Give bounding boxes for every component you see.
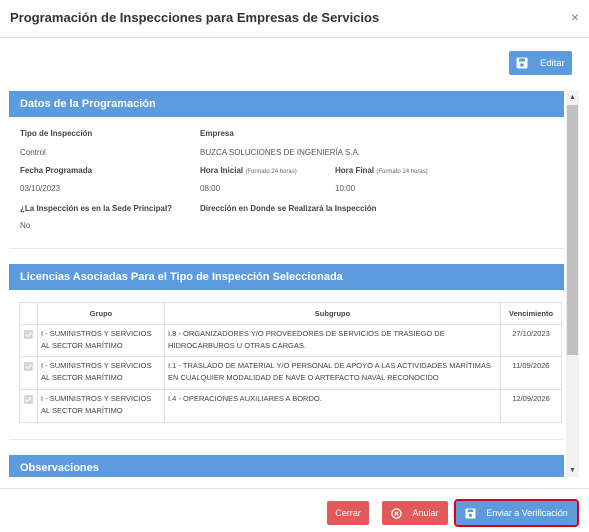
empresa-label: Empresa [200,129,234,138]
row-checkbox-cell [19,356,38,390]
vencimiento-cell: 12/09/2026 [500,389,562,423]
edit-button-label: Editar [540,57,565,69]
tipo-inspeccion-value: Control [20,148,46,157]
modal-body[interactable]: Datos de la Programación Tipo de Inspecc… [9,91,579,477]
column-header-subgrupo: Subgrupo [164,302,501,325]
table-row: I - SUMINISTROS Y SERVICIOS AL SECTOR MA… [19,324,562,357]
subgrupo-cell: I.1 - TRASLADO DE MATERIAL Y/O PERSONAL … [164,356,501,390]
table-row: I - SUMINISTROS Y SERVICIOS AL SECTOR MA… [19,389,562,423]
tipo-inspeccion-label: Tipo de Inspección [20,129,93,138]
circle-x-icon [391,507,403,519]
column-header-grupo: Grupo [37,302,165,325]
empresa-value: BUZCA SOLUCIONES DE INGENIERÍA S.A. [200,148,361,157]
anular-button[interactable]: Anular [382,501,448,525]
fecha-programada-label: Fecha Programada [20,166,93,175]
row-checkbox[interactable] [24,330,33,339]
subgrupo-cell: I.4 - OPERACIONES AUXILIARES A BORDO. [164,389,501,423]
subgrupo-cell: I.8 - ORGANIZADORES Y/O PROVEEDORES DE S… [164,324,501,357]
hora-inicial-label: Hora Inicial (Formato 24 horas) [200,166,297,175]
licencias-header: Licencias Asociadas Para el Tipo de Insp… [9,264,564,290]
vencimiento-cell: 27/10/2023 [500,324,562,357]
hora-final-hint: (Formato 24 horas) [376,169,428,175]
row-checkbox[interactable] [24,362,33,371]
scrollbar-thumb[interactable] [567,105,578,355]
modal-title: Programación de Inspecciones para Empres… [10,10,380,25]
licencias-table: Grupo Subgrupo Vencimiento I - SUMINISTR… [19,302,562,423]
vencimiento-cell: 11/09/2026 [500,356,562,390]
save-icon [465,507,476,519]
column-header-check [19,302,38,325]
save-icon [516,57,528,69]
grupo-cell: I - SUMINISTROS Y SERVICIOS AL SECTOR MA… [37,389,165,423]
grupo-cell: I - SUMINISTROS Y SERVICIOS AL SECTOR MA… [37,356,165,390]
divider [9,248,564,249]
programacion-header: Datos de la Programación [9,91,564,117]
enviar-verificacion-button[interactable]: Enviar a Verificación [454,499,579,527]
row-checkbox-cell [19,324,38,357]
scroll-up-icon[interactable]: ▲ [569,94,576,101]
table-header-row: Grupo Subgrupo Vencimiento [19,302,562,325]
grupo-cell: I - SUMINISTROS Y SERVICIOS AL SECTOR MA… [37,324,165,357]
hora-final-value: 10:00 [335,184,356,193]
close-icon[interactable]: × [571,9,579,25]
hora-inicial-value: 08:00 [200,184,221,193]
fecha-programada-value: 03/10/2023 [20,184,61,193]
row-checkbox-cell [19,389,38,423]
anular-button-label: Anular [412,508,439,518]
hora-inicial-label-text: Hora Inicial [200,166,244,175]
cerrar-button-label: Cerrar [335,508,361,518]
scroll-down-icon[interactable]: ▼ [569,467,576,474]
sede-principal-label: ¿La Inspección es en la Sede Principal? [20,204,173,213]
cerrar-button[interactable]: Cerrar [327,501,369,525]
modal-header: Programación de Inspecciones para Empres… [0,0,589,38]
hora-final-label: Hora Final (Formato 24 horas) [335,166,428,175]
direccion-label: Dirección en Donde se Realizará la Inspe… [200,204,377,213]
divider [9,439,564,440]
observaciones-header: Observaciones [9,455,564,477]
table-row: I - SUMINISTROS Y SERVICIOS AL SECTOR MA… [19,356,562,390]
column-header-vencimiento: Vencimiento [500,302,562,325]
sede-principal-value: No [20,221,31,230]
vertical-scrollbar[interactable]: ▲ ▼ [566,91,579,477]
hora-inicial-hint: (Formato 24 horas) [245,169,297,175]
row-checkbox[interactable] [24,395,33,404]
hora-final-label-text: Hora Final [335,166,375,175]
edit-button[interactable]: Editar [509,51,572,75]
enviar-verificacion-label: Enviar a Verificación [486,508,568,518]
